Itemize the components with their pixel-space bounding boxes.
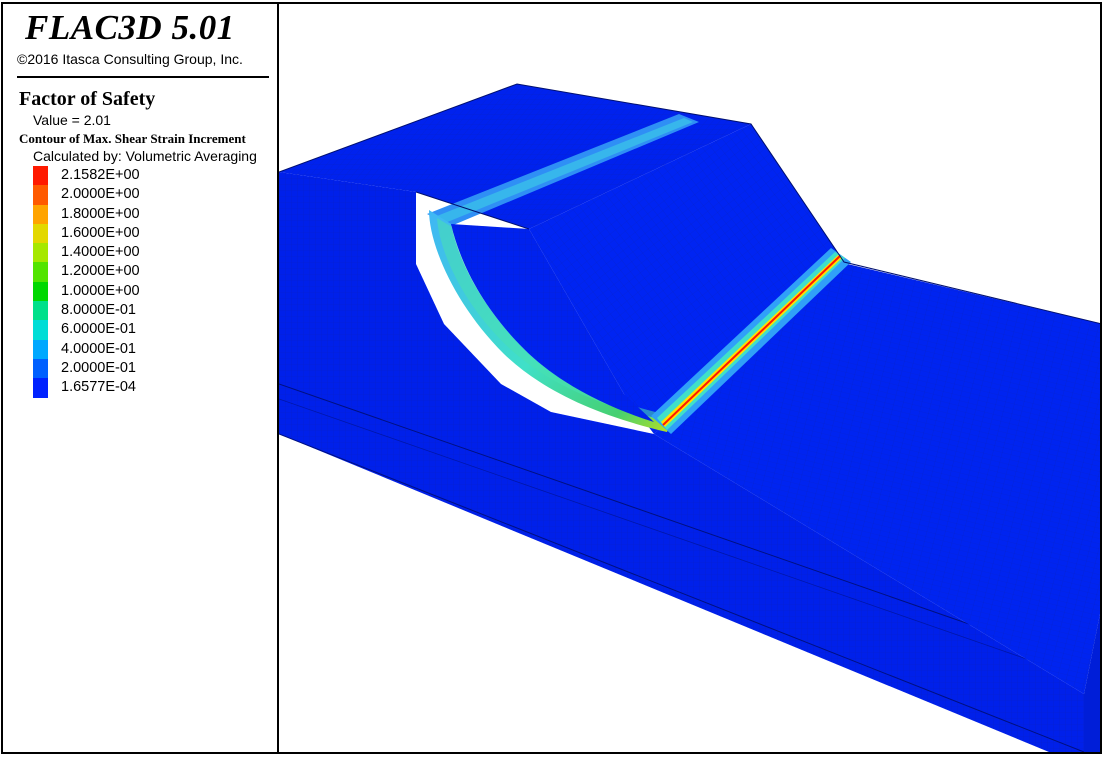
contour-title: Contour of Max. Shear Strain Increment bbox=[19, 131, 246, 146]
plot-frame: FLAC3D 5.01 ©2016 Itasca Consulting Grou… bbox=[1, 2, 1102, 754]
model-viewport[interactable] bbox=[279, 4, 1100, 752]
scale-swatch bbox=[33, 320, 48, 340]
scale-label: 1.4000E+00 bbox=[61, 244, 140, 261]
factor-of-safety-value: Value = 2.01 bbox=[33, 112, 111, 128]
scale-label: 1.8000E+00 bbox=[61, 205, 140, 222]
scale-swatch bbox=[33, 223, 48, 244]
slope-model-render bbox=[279, 83, 1100, 752]
scale-swatch bbox=[33, 166, 48, 186]
scale-swatch bbox=[33, 358, 48, 379]
title-divider bbox=[17, 76, 269, 78]
scale-label: 1.6577E-04 bbox=[61, 379, 136, 396]
scale-label: 1.2000E+00 bbox=[61, 263, 140, 280]
scale-swatch bbox=[33, 243, 48, 263]
scale-swatch bbox=[33, 301, 48, 321]
scale-label: 4.0000E-01 bbox=[61, 340, 136, 357]
scale-swatch bbox=[33, 185, 48, 205]
scale-label: 2.1582E+00 bbox=[61, 167, 140, 183]
copyright-text: ©2016 Itasca Consulting Group, Inc. bbox=[17, 51, 243, 67]
scale-swatch bbox=[33, 262, 48, 282]
scale-label: 1.6000E+00 bbox=[61, 224, 140, 241]
scale-swatch bbox=[33, 378, 48, 398]
scale-label: 2.0000E+00 bbox=[61, 186, 140, 203]
scale-label: 8.0000E-01 bbox=[61, 302, 136, 319]
app-title: FLAC3D 5.01 bbox=[25, 8, 235, 47]
analysis-title: Factor of Safety bbox=[19, 88, 156, 110]
calculation-method: Calculated by: Volumetric Averaging bbox=[33, 148, 257, 164]
scale-swatch bbox=[33, 339, 48, 359]
scale-label: 6.0000E-01 bbox=[61, 321, 136, 338]
scale-swatch bbox=[33, 204, 48, 224]
scale-label: 1.0000E+00 bbox=[61, 282, 140, 299]
scale-label: 2.0000E-01 bbox=[61, 359, 136, 376]
legend-panel: FLAC3D 5.01 ©2016 Itasca Consulting Grou… bbox=[3, 4, 279, 752]
scale-swatch bbox=[33, 281, 48, 302]
